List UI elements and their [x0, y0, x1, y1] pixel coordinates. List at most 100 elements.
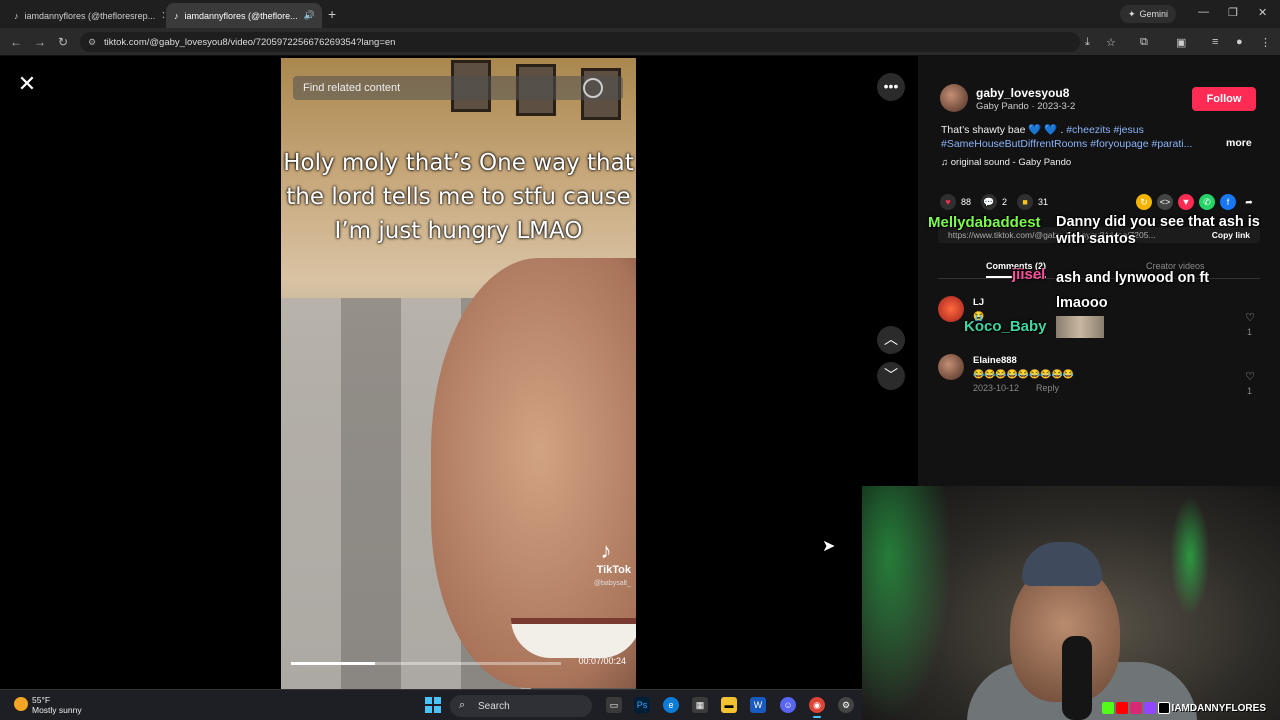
- more-link[interactable]: more: [1226, 137, 1252, 149]
- chat-username: Mellydabaddest: [928, 214, 1041, 231]
- comment-author[interactable]: LJ: [973, 297, 984, 308]
- sidepanel-icon[interactable]: ▣: [1176, 36, 1186, 49]
- next-video-icon[interactable]: ﹀: [877, 362, 905, 390]
- extensions-icon[interactable]: ⧉: [1140, 36, 1148, 49]
- share-buttons: ↻ <> ▼ ✆ f ➦: [1136, 194, 1257, 210]
- windows-taskbar: 55°F Mostly sunny ⌕ Search ▭ Ps e ▦ ▬ W …: [0, 689, 862, 720]
- photoshop-icon[interactable]: Ps: [634, 697, 650, 713]
- save-count: 31: [1038, 197, 1049, 207]
- url-field[interactable]: ⚙ tiktok.com/@gaby_lovesyou8/video/72059…: [80, 32, 1080, 52]
- rgb-light: [862, 486, 952, 720]
- install-icon[interactable]: ⤓: [1085, 36, 1090, 49]
- watermark-handle: @babysalt_: [593, 580, 631, 587]
- app-icon[interactable]: ⚙: [838, 697, 854, 713]
- mouse-cursor-icon: ➤: [822, 538, 836, 555]
- word-icon[interactable]: W: [750, 697, 766, 713]
- more-options-icon[interactable]: •••: [877, 73, 905, 101]
- whatsapp-icon[interactable]: ✆: [1199, 194, 1215, 210]
- commenter-avatar[interactable]: [938, 354, 964, 380]
- author-avatar[interactable]: [940, 84, 968, 112]
- bookmark-star-icon[interactable]: ☆: [1106, 36, 1116, 49]
- sparkle-icon: ✦: [1127, 8, 1136, 19]
- search-label: Search: [478, 700, 510, 712]
- comment-author[interactable]: Elaine888: [973, 355, 1017, 366]
- chat-message: Danny did you see that ash is with santo…: [1056, 214, 1260, 247]
- comment-button[interactable]: 💬 2: [981, 194, 1007, 210]
- media-icon[interactable]: ≡: [1212, 36, 1218, 48]
- file-explorer-icon[interactable]: ▬: [721, 697, 737, 713]
- weather-condition: Mostly sunny: [32, 705, 82, 715]
- profile-avatar-icon[interactable]: ●: [1236, 36, 1243, 48]
- close-video-icon[interactable]: ✕: [14, 72, 40, 98]
- find-related-search[interactable]: Find related content: [293, 76, 623, 100]
- chat-username: Koco_Baby: [964, 318, 1047, 335]
- sun-icon: [14, 697, 28, 711]
- chat-message: ash and lynwood on ft lmaooo: [1056, 270, 1210, 311]
- search-icon: ⌕: [459, 699, 466, 711]
- close-tab-icon[interactable]: ✕: [161, 9, 164, 22]
- close-tab-icon[interactable]: ✕: [321, 9, 322, 22]
- close-window-icon[interactable]: ✕: [1258, 6, 1267, 19]
- maximize-icon[interactable]: ❐: [1228, 6, 1238, 19]
- music-note-icon: ♫: [941, 157, 949, 168]
- like-button[interactable]: ♥ 88: [940, 194, 971, 210]
- twitch-icon: [1143, 702, 1156, 714]
- menu-kebab-icon[interactable]: ⋮: [1260, 36, 1271, 49]
- find-related-placeholder: Find related content: [303, 82, 401, 94]
- comment-count: 2: [1002, 197, 1008, 207]
- browser-tab-bar: ♪ iamdannyflores (@thefloresrep... ✕ ♪ i…: [0, 0, 1280, 28]
- like-count: 88: [961, 197, 972, 207]
- sound-link[interactable]: ♫ original sound - Gaby Pando: [941, 157, 1071, 168]
- store-icon[interactable]: ▦: [692, 697, 708, 713]
- hashtag-link[interactable]: #SameHouseButDiffrentRooms #foryoupage #…: [941, 138, 1192, 150]
- facebook-icon[interactable]: f: [1220, 194, 1236, 210]
- smile: [511, 618, 636, 658]
- repost-icon[interactable]: ↻: [1136, 194, 1152, 210]
- watermark-brand: TikTok: [596, 564, 631, 576]
- send-icon[interactable]: ▼: [1178, 194, 1194, 210]
- taskbar-search[interactable]: ⌕ Search: [450, 695, 592, 717]
- forward-icon[interactable]: →: [34, 35, 46, 49]
- url-text: tiktok.com/@gaby_lovesyou8/video/7205972…: [104, 36, 396, 48]
- windows-start-icon[interactable]: [425, 697, 441, 713]
- minimize-icon[interactable]: —: [1198, 6, 1209, 18]
- youtube-icon: [1115, 702, 1128, 714]
- chrome-icon[interactable]: ◉: [809, 697, 825, 718]
- discord-icon[interactable]: ☺: [780, 697, 796, 713]
- video-player[interactable]: Find related content Holy moly that’s On…: [281, 58, 636, 689]
- streamer-webcam: IAMDANNYFLORES: [862, 486, 1280, 720]
- comment-text: 😂😂😂😂😂😂😂😂😂: [973, 369, 1074, 379]
- tab-title: iamdannyflores (@thefloresrep...: [24, 10, 156, 21]
- new-tab-button[interactable]: +: [328, 6, 336, 22]
- social-handle-bar: IAMDANNYFLORES: [1101, 702, 1266, 714]
- share-arrow-icon[interactable]: ➦: [1241, 194, 1257, 210]
- save-button[interactable]: ■ 31: [1017, 194, 1048, 210]
- comment-like-icon[interactable]: ♡: [1243, 371, 1257, 383]
- video-caption: Holy moly that’s One way that the lord t…: [283, 150, 634, 244]
- edge-icon[interactable]: e: [663, 697, 679, 713]
- weather-temp: 55°F: [32, 695, 51, 705]
- browser-tab[interactable]: ♪ iamdannyflores (@thefloresrep... ✕: [6, 3, 164, 28]
- task-view-icon[interactable]: ▭: [606, 697, 622, 713]
- follow-button[interactable]: Follow: [1192, 87, 1256, 111]
- search-icon[interactable]: [583, 78, 603, 98]
- address-toolbar: ← → ↻ ⚙ tiktok.com/@gaby_lovesyou8/video…: [0, 28, 1280, 56]
- back-icon[interactable]: ←: [10, 35, 22, 49]
- tiktok-icon: [1157, 702, 1170, 714]
- embed-icon[interactable]: <>: [1157, 194, 1173, 210]
- site-info-icon[interactable]: ⚙: [88, 37, 96, 48]
- reload-icon[interactable]: ↻: [58, 35, 68, 49]
- gemini-button[interactable]: ✦ Gemini: [1120, 5, 1176, 23]
- reply-button[interactable]: Reply: [1036, 383, 1059, 393]
- previous-video-icon[interactable]: ︿: [877, 326, 905, 354]
- weather-widget[interactable]: 55°F Mostly sunny: [14, 695, 82, 715]
- tiktok-favicon-icon: ♪: [174, 10, 179, 21]
- browser-tab-active[interactable]: ♪ iamdannyflores (@theflore... 🔊 ✕: [166, 3, 322, 28]
- hashtag-link[interactable]: #cheezits #jesus: [1066, 124, 1144, 136]
- commenter-avatar[interactable]: [938, 296, 964, 322]
- speaker-icon[interactable]: 🔊: [304, 10, 315, 21]
- author-username[interactable]: gaby_lovesyou8: [976, 86, 1069, 100]
- video-progress-bar[interactable]: [291, 662, 561, 665]
- instagram-icon: [1129, 702, 1142, 714]
- comment-like-icon[interactable]: ♡: [1243, 312, 1257, 324]
